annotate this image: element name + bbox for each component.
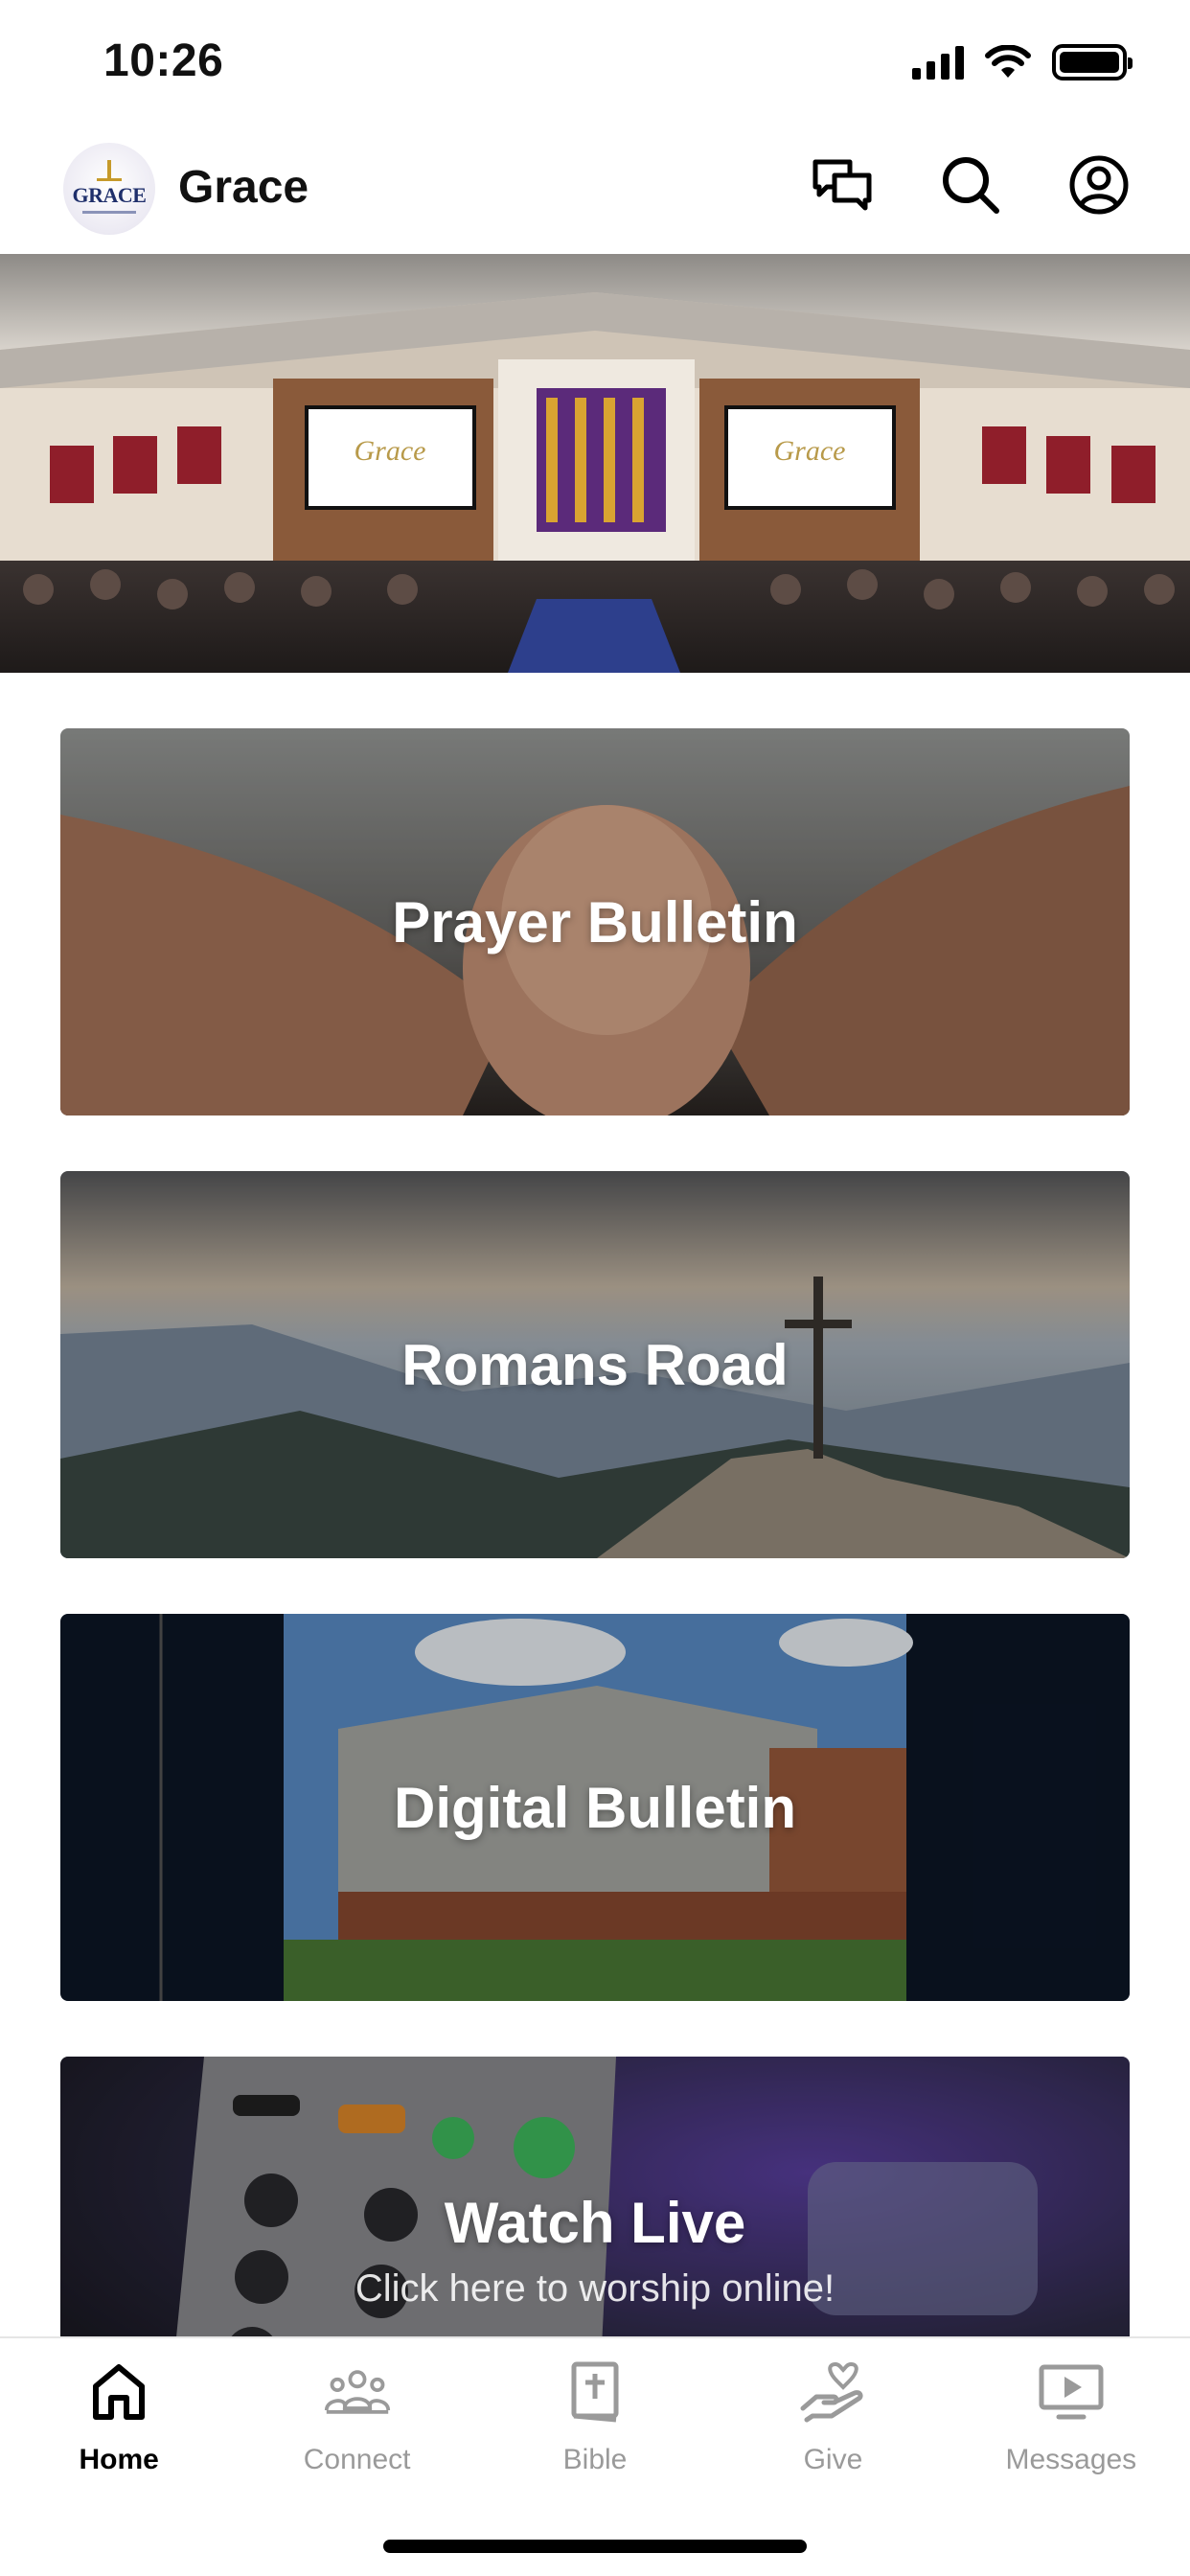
battery-icon bbox=[1052, 44, 1133, 80]
app-title: Grace bbox=[178, 162, 309, 213]
logo-cross-icon bbox=[97, 160, 122, 181]
tab-label: Give bbox=[803, 2444, 863, 2475]
play-screen-icon bbox=[1039, 2364, 1104, 2420]
status-bar: 10:26 bbox=[0, 0, 1190, 129]
profile-icon bbox=[1069, 155, 1129, 215]
svg-text:Grace: Grace bbox=[774, 435, 846, 467]
logo-text: GRACE bbox=[72, 183, 147, 207]
wifi-icon bbox=[985, 45, 1031, 78]
tab-home[interactable]: Home bbox=[0, 2338, 238, 2492]
home-indicator[interactable] bbox=[383, 2540, 807, 2553]
svg-text:Grace: Grace bbox=[355, 435, 426, 467]
card-title: Watch Live bbox=[444, 2191, 746, 2255]
home-icon bbox=[93, 2364, 146, 2420]
chat-button[interactable] bbox=[811, 153, 874, 217]
search-button[interactable] bbox=[939, 153, 1002, 217]
app-header: GRACE Grace bbox=[0, 134, 1190, 254]
tab-label: Connect bbox=[303, 2444, 411, 2475]
give-hand-icon bbox=[800, 2361, 863, 2423]
tab-label: Bible bbox=[562, 2444, 628, 2475]
header-actions bbox=[811, 153, 1131, 217]
status-icons bbox=[912, 44, 1133, 80]
profile-button[interactable] bbox=[1067, 153, 1131, 217]
bible-icon bbox=[571, 2361, 619, 2423]
home-cards: Prayer Bulletin Romans Road Digital Bull… bbox=[60, 728, 1130, 2499]
tab-connect[interactable]: Connect bbox=[238, 2338, 475, 2492]
people-icon bbox=[324, 2370, 390, 2414]
home-screen: 10:26 GRACE Grace Grace Grace Prayer Bul… bbox=[0, 0, 1190, 2576]
card-digital-bulletin[interactable]: Digital Bulletin bbox=[60, 1614, 1130, 2001]
card-prayer-bulletin[interactable]: Prayer Bulletin bbox=[60, 728, 1130, 1116]
tab-bible[interactable]: Bible bbox=[476, 2338, 714, 2492]
logo-subline bbox=[82, 211, 136, 214]
status-time: 10:26 bbox=[103, 35, 224, 86]
tab-messages[interactable]: Messages bbox=[952, 2338, 1190, 2492]
cellular-signal-icon bbox=[912, 45, 964, 80]
search-icon bbox=[943, 157, 999, 214]
tab-bar: Home Connect Bible Give Messages bbox=[0, 2336, 1190, 2576]
card-romans-road[interactable]: Romans Road bbox=[60, 1171, 1130, 1558]
card-title: Digital Bulletin bbox=[394, 1775, 796, 1840]
hero-sanctuary-image: Grace Grace bbox=[0, 254, 1190, 673]
tab-give[interactable]: Give bbox=[714, 2338, 951, 2492]
card-title: Romans Road bbox=[401, 1332, 789, 1397]
tab-label: Home bbox=[79, 2444, 159, 2475]
church-logo[interactable]: GRACE bbox=[63, 143, 155, 235]
card-title: Prayer Bulletin bbox=[392, 889, 798, 954]
tab-label: Messages bbox=[1005, 2444, 1137, 2475]
card-subtitle: Click here to worship online! bbox=[355, 2267, 835, 2310]
chat-bubbles-icon bbox=[812, 159, 872, 211]
